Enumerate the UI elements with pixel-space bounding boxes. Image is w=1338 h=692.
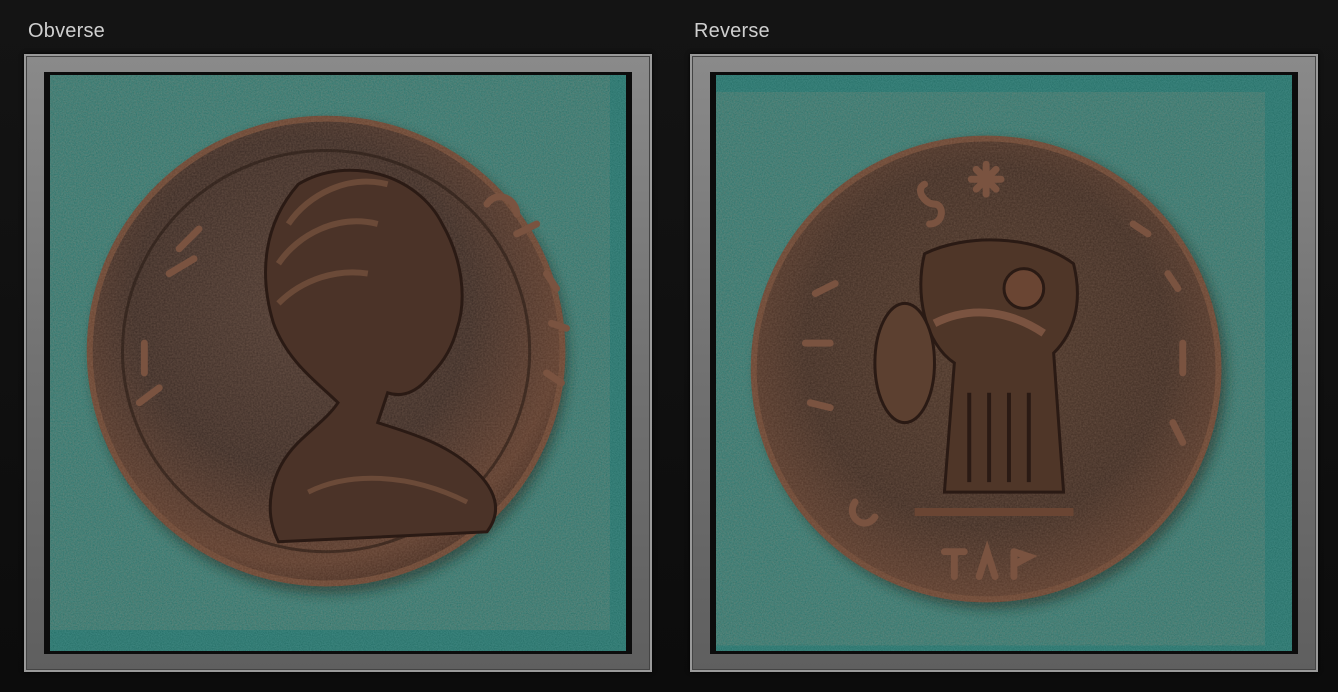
reverse-coin-photo xyxy=(716,75,1292,651)
reverse-frame xyxy=(690,54,1318,672)
obverse-image[interactable] xyxy=(44,72,632,654)
obverse-coin-photo xyxy=(50,75,626,651)
reverse-image[interactable] xyxy=(710,72,1298,654)
obverse-frame xyxy=(24,54,652,672)
reverse-title: Reverse xyxy=(694,20,770,42)
coin-viewer: Obverse Reverse xyxy=(0,0,1338,692)
obverse-title: Obverse xyxy=(28,20,105,42)
